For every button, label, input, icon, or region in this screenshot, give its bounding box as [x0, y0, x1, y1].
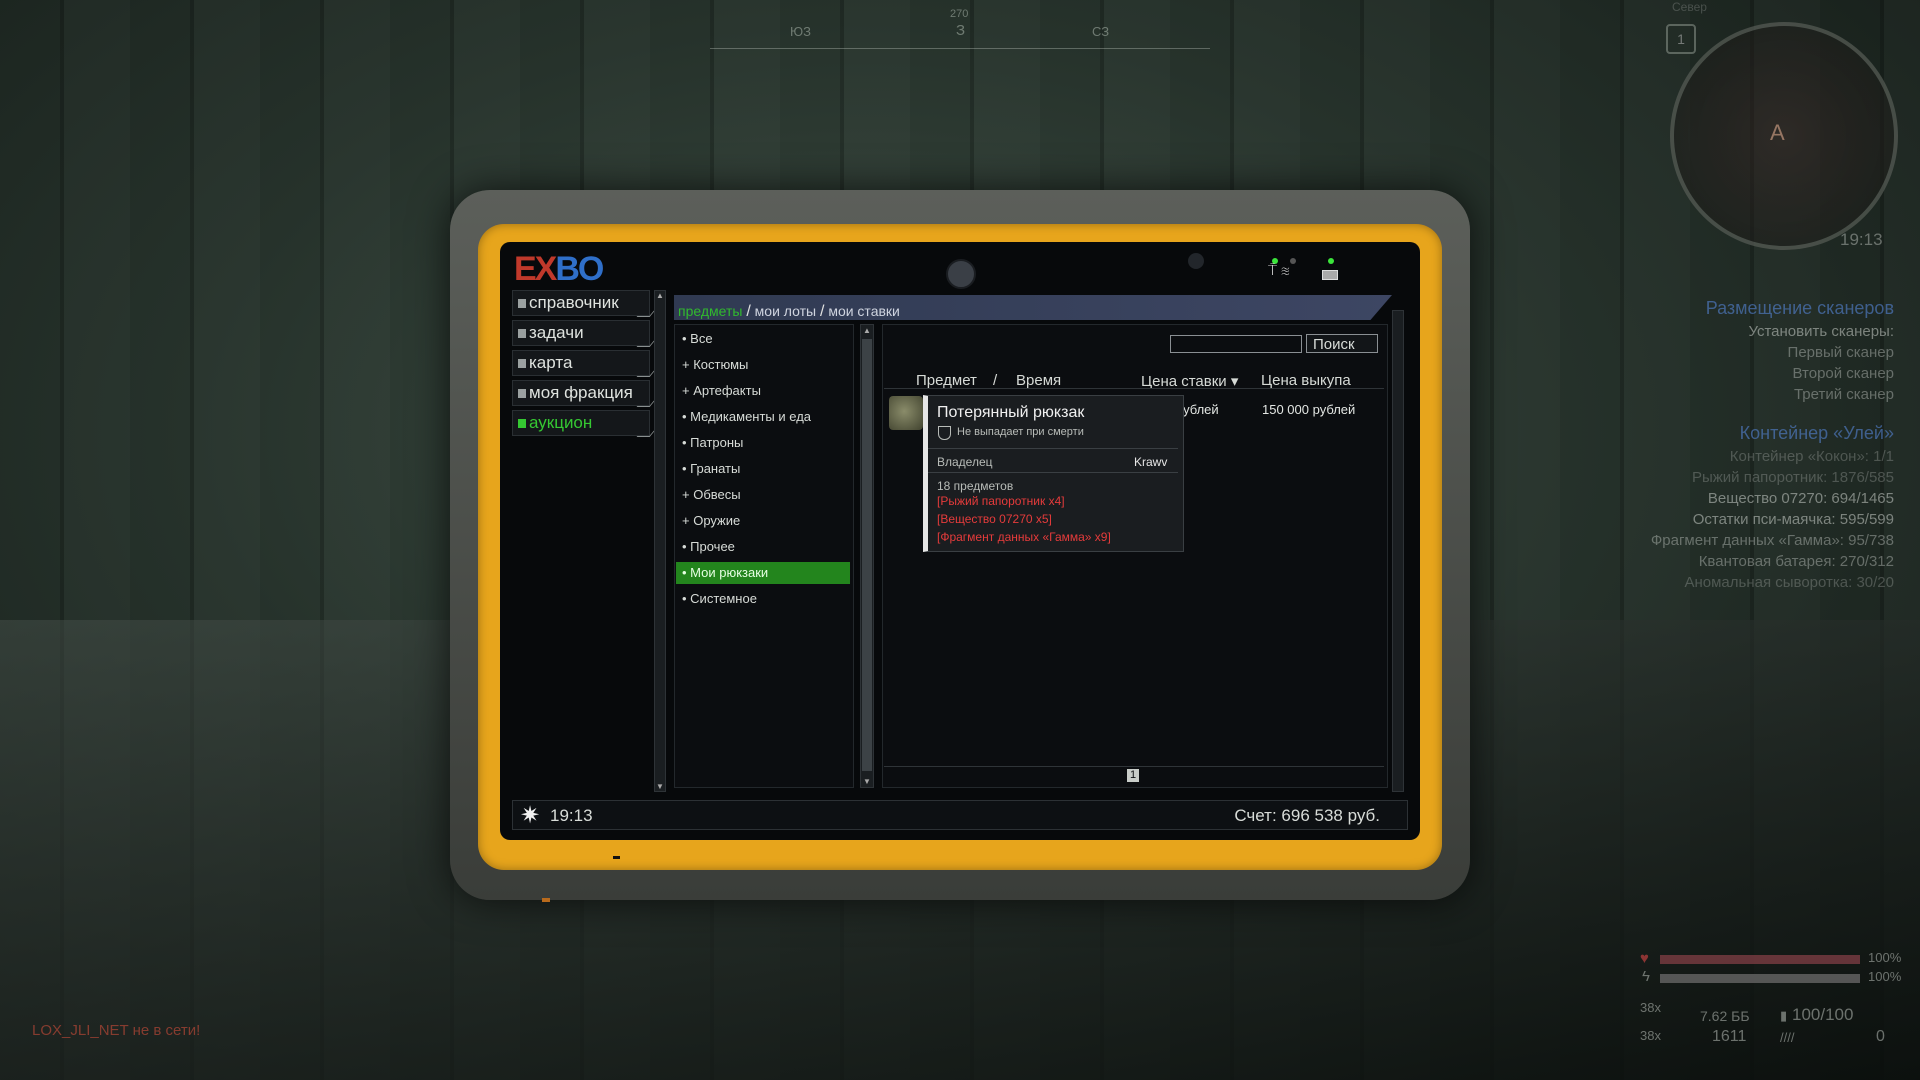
player-hud: ♥ 100% ϟ 100% 38x 7.62 ББ ▮ 100/100 38x …	[1640, 950, 1910, 1070]
quest-item: Вещество 07270: 694/1465	[1707, 490, 1894, 507]
category-weapons[interactable]: + Оружие	[676, 510, 850, 532]
quest-title: Размещение сканеров	[1705, 298, 1894, 318]
quest-item: Рыжий папоротник: 1876/585	[1691, 469, 1894, 486]
category-grenades[interactable]: • Гранаты	[676, 458, 850, 480]
quest-tracker: Размещение сканеров Установить сканеры: …	[1474, 290, 1894, 593]
breadcrumb-my-bids[interactable]: мои ставки	[828, 303, 900, 319]
health-value: 100%	[1868, 950, 1902, 965]
ammo-type: 7.62 ББ	[1700, 1008, 1750, 1024]
status-time: 19:13	[550, 806, 593, 825]
minimap-player-icon: A	[1770, 120, 1785, 145]
tablet-indicator	[542, 898, 550, 902]
list-scrollbar[interactable]	[1392, 310, 1404, 792]
tooltip-owner-label: Владелец	[937, 455, 993, 469]
sensor-icon	[1188, 253, 1204, 269]
category-artifacts[interactable]: + Артефакты	[676, 380, 850, 402]
tooltip-divider	[928, 448, 1178, 449]
sidebar-item-handbook[interactable]: справочник	[512, 290, 661, 317]
battery-icon	[1322, 270, 1338, 280]
heart-icon: ♥	[1640, 950, 1649, 967]
category-attachments[interactable]: + Обвесы	[676, 484, 850, 506]
lot-list-panel	[882, 324, 1388, 788]
quest-item: Фрагмент данных «Гамма»: 95/738	[1650, 532, 1894, 549]
pager-divider	[884, 766, 1384, 767]
stamina-value: 100%	[1868, 969, 1902, 984]
compass-bearing: 270	[950, 8, 969, 20]
quest-item: Второй сканер	[1792, 365, 1894, 382]
sidebar-item-map[interactable]: карта	[512, 350, 661, 377]
quest-title: Контейнер «Улей»	[1739, 423, 1894, 443]
quest-item: Первый сканер	[1787, 344, 1894, 361]
compass-left: ЮЗ	[790, 24, 811, 39]
led-icon	[1328, 258, 1334, 264]
account-balance: Счет: 696 538 руб.	[1234, 806, 1380, 825]
ammo-stripes-icon: ////	[1780, 1030, 1795, 1045]
quest-item: Третий сканер	[1793, 386, 1894, 403]
breadcrumb-items[interactable]: предметы	[678, 303, 742, 319]
tooltip-count: 18 предметов	[937, 479, 1014, 493]
mag-count: 100/100	[1792, 1005, 1854, 1024]
breadcrumb-my-lots[interactable]: мои лоты	[755, 303, 816, 319]
exbo-logo: EXBO	[514, 250, 604, 288]
quest-item: Контейнер «Кокон»: 1/1	[1729, 448, 1894, 465]
led-icon	[1290, 258, 1296, 264]
quest-item: Квантовая батарея: 270/312	[1698, 553, 1894, 570]
column-bid[interactable]: Цена ставки ▾	[1141, 372, 1238, 392]
category-ammo[interactable]: • Патроны	[676, 432, 850, 454]
sidebar-item-faction[interactable]: моя фракция	[512, 380, 661, 407]
sidebar-item-auction[interactable]: аукцион	[512, 410, 661, 437]
tablet-mic	[613, 856, 620, 859]
header-divider	[884, 388, 1384, 389]
minimap-level: 1	[1666, 24, 1696, 54]
page-button-1[interactable]: 1	[1127, 769, 1139, 782]
search-button[interactable]: Поиск	[1306, 334, 1378, 353]
tooltip-divider	[928, 472, 1178, 473]
backpack-icon[interactable]	[889, 396, 923, 430]
ammo-count: 1611	[1712, 1028, 1747, 1045]
search-input[interactable]	[1170, 335, 1302, 353]
tooltip-item: [Фрагмент данных «Гамма» x9]	[937, 530, 1111, 544]
tooltip-title: Потерянный рюкзак	[937, 404, 1085, 421]
sidebar-item-tasks[interactable]: задачи	[512, 320, 661, 347]
shield-icon	[938, 426, 951, 440]
compass-center: З	[956, 22, 966, 39]
quest-item: Установить сканеры:	[1748, 323, 1894, 340]
slot1-count: 38x	[1640, 1000, 1661, 1015]
minimap-time: 19:13	[1840, 230, 1883, 249]
chat-message: LOX_JLI_NET не в сети!	[32, 1022, 201, 1039]
column-time[interactable]: Время	[1016, 372, 1061, 392]
tablet-sidebar: справочник задачи карта моя фракция аукц…	[512, 290, 661, 440]
minimap-north-label: Север	[1672, 0, 1707, 14]
column-buyout[interactable]: Цена выкупа	[1261, 372, 1351, 392]
camera-icon	[946, 259, 976, 289]
sun-icon: ✷	[520, 802, 541, 829]
tooltip-owner: Krawv	[1134, 455, 1168, 469]
bullet-icon: ▮	[1780, 1008, 1788, 1023]
bolt-icon: ϟ	[1642, 968, 1650, 985]
tooltip-subtitle: Не выпадает при смерти	[957, 426, 1084, 438]
category-meds-food[interactable]: • Медикаменты и еда	[676, 406, 850, 428]
slot2-count: 38x	[1640, 1028, 1661, 1043]
category-my-backpacks[interactable]: • Мои рюкзаки	[676, 562, 850, 584]
tooltip-item: [Вещество 07270 x5]	[937, 512, 1052, 526]
signal-icon: ⍑ ≋	[1268, 262, 1290, 279]
category-suits[interactable]: + Костюмы	[676, 354, 850, 376]
row-buyout: 150 000 рублей	[1262, 402, 1356, 417]
quest-item: Аномальная сыворотка: 30/20	[1684, 574, 1894, 591]
column-separator: /	[993, 372, 998, 389]
sidebar-scrollbar[interactable]: ▲ ▼	[654, 290, 666, 792]
column-item[interactable]: Предмет	[916, 372, 977, 392]
health-bar	[1660, 955, 1860, 964]
category-other[interactable]: • Прочее	[676, 536, 850, 558]
tooltip-item: [Рыжий папоротник x4]	[937, 494, 1065, 508]
category-all[interactable]: • Все	[676, 328, 850, 350]
category-system[interactable]: • Системное	[676, 588, 850, 610]
grenade-count: 0	[1876, 1028, 1885, 1045]
stamina-bar	[1660, 974, 1860, 983]
quest-item: Остатки пси-маячка: 595/599	[1692, 511, 1894, 528]
compass: ЮЗ 270 З СЗ	[710, 8, 1210, 56]
compass-right: СЗ	[1092, 24, 1110, 39]
breadcrumb: предметы / мои лоты / мои ставки	[678, 303, 900, 320]
category-scrollbar[interactable]: ▲ ▼	[860, 324, 874, 788]
